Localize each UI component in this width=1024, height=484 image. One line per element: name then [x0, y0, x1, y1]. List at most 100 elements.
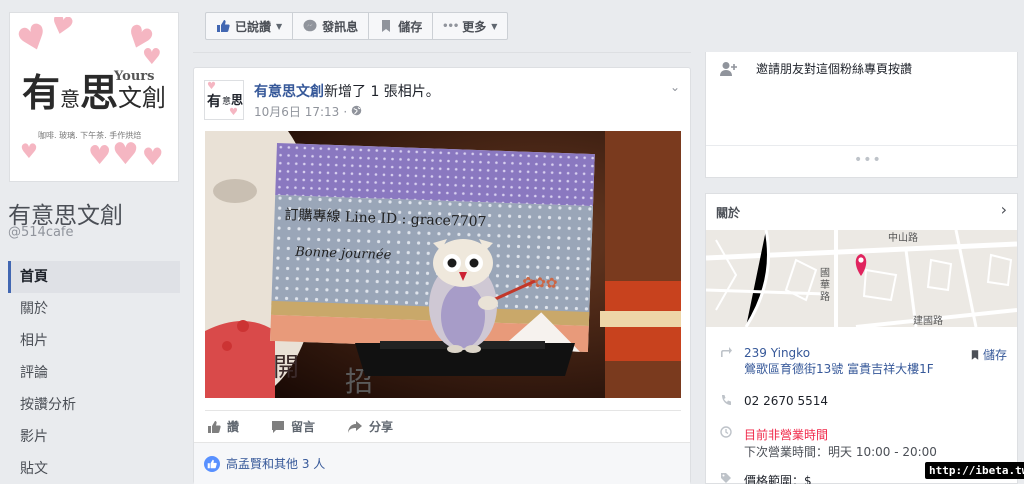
svg-text:華: 華 — [820, 279, 830, 291]
svg-text:路: 路 — [820, 290, 830, 303]
save-place-button[interactable]: 儲存 — [971, 346, 1007, 363]
bookmark-icon — [379, 19, 393, 33]
comment-action-label: 留言 — [291, 420, 316, 434]
divider — [193, 52, 691, 53]
comment-icon — [272, 420, 285, 433]
heart-decoration: ♥ — [142, 143, 164, 171]
profile-picture[interactable]: ♥ ♥ ♥ ♥ ♥ ♥ ♥ ♥ 有意思文創 Yours 咖啡. 玻璃. 下午茶.… — [9, 12, 179, 182]
feed-post: 有 意 思 ♥ ♥ 有意思文創新增了 1 張相片。 10月6日 17:13 · … — [193, 67, 691, 484]
phone-icon — [720, 394, 732, 409]
nav-item-reviews[interactable]: 評論 — [8, 357, 180, 389]
map-image: 中山路 國 華 路 建國路 — [706, 230, 1017, 327]
watermark: http://ibeta.tw — [925, 462, 1024, 479]
avatar-char: 意 — [222, 97, 232, 107]
svg-text:國: 國 — [820, 267, 830, 279]
nav-item-photos[interactable]: 相片 — [8, 325, 180, 357]
nav-item-posts[interactable]: 貼文 — [8, 453, 180, 484]
heart-decoration: ♥ — [20, 139, 38, 163]
invite-friends-text: 邀請朋友對這個粉絲專頁按讚 — [756, 62, 913, 76]
about-card: 關於 › 中山路 國 華 路 建國路 239 Yingko 鶯歌區育德街13號 … — [705, 193, 1018, 484]
logo-char: 思 — [80, 70, 119, 115]
post-photo[interactable]: 開 招 訂購專線 Line ID : grace7707 Bonne journ… — [205, 131, 681, 398]
page-handle[interactable]: @514cafe — [8, 225, 74, 240]
post-options-chevron-icon[interactable]: ⌄ — [670, 80, 680, 94]
like-action-button[interactable]: 讚 — [207, 418, 239, 435]
likes-summary: 高孟賢和其他 3 人 — [194, 442, 690, 484]
share-action-button[interactable]: 分享 — [347, 418, 393, 435]
post-author-avatar[interactable]: 有 意 思 ♥ ♥ — [204, 80, 244, 120]
separator-dot: · — [343, 104, 348, 119]
message-button[interactable]: 發訊息 — [293, 13, 370, 39]
globe-icon[interactable] — [351, 105, 362, 119]
logo-char: 文創 — [118, 84, 167, 112]
likes-text[interactable]: 高孟賢和其他 3 人 — [226, 455, 325, 472]
hours-row: 目前非營業時間 下次營業時間：明天 10:00 - 20:00 — [720, 426, 937, 460]
logo-subtitle: 咖啡. 玻璃. 下午茶. 手作烘焙 — [38, 131, 142, 140]
comment-action-button[interactable]: 留言 — [271, 418, 315, 435]
more-label: 更多 — [462, 19, 487, 34]
nav-item-about[interactable]: 關於 — [8, 293, 180, 325]
liked-button[interactable]: 已說讚 ▼ — [206, 13, 294, 39]
invite-friends-card: 邀請朋友對這個粉絲專頁按讚 ••• — [705, 52, 1018, 178]
add-friend-icon — [720, 61, 737, 76]
left-column: ♥ ♥ ♥ ♥ ♥ ♥ ♥ ♥ 有意思文創 Yours 咖啡. 玻璃. 下午茶.… — [0, 0, 190, 484]
post-meta: 10月6日 17:13 · — [254, 103, 362, 120]
logo-char: 有 — [22, 70, 61, 115]
thumbs-up-icon — [216, 19, 230, 33]
chevron-right-icon[interactable]: › — [1001, 200, 1007, 219]
heart-decoration: ♥ — [229, 107, 238, 118]
save-place-label: 儲存 — [982, 348, 1007, 362]
liked-label: 已說讚 — [235, 19, 272, 34]
post-action-text: 新增了 1 張相片。 — [324, 84, 440, 100]
message-label: 發訊息 — [322, 19, 359, 34]
invite-friends-row[interactable]: 邀請朋友對這個粉絲專頁按讚 — [720, 60, 912, 77]
about-title[interactable]: 關於 — [716, 204, 740, 221]
messenger-icon — [303, 19, 317, 33]
address-row: 239 Yingko 鶯歌區育德街13號 富貴吉祥大樓1F — [720, 346, 934, 377]
see-more-dots[interactable]: ••• — [854, 152, 882, 168]
nav-item-videos[interactable]: 影片 — [8, 421, 180, 453]
save-label: 儲存 — [398, 19, 423, 34]
map-road-label: 建國路 — [913, 314, 943, 327]
clock-icon — [720, 426, 732, 441]
location-map[interactable]: 中山路 國 華 路 建國路 — [706, 230, 1017, 327]
avatar-char: 思 — [231, 93, 244, 107]
phone-number[interactable]: 02 2670 5514 — [744, 394, 828, 408]
post-timestamp[interactable]: 10月6日 17:13 — [254, 103, 339, 120]
heart-decoration: ♥ — [46, 17, 77, 44]
thumbs-up-icon — [208, 420, 221, 433]
heart-decoration: ♥ — [112, 137, 139, 172]
open-status: 目前非營業時間 — [744, 428, 829, 442]
logo-char: 意 — [60, 87, 81, 111]
nav-item-home[interactable]: 首頁 — [8, 261, 180, 293]
phone-row: 02 2670 5514 — [720, 394, 828, 409]
price-range: 價格範圍：$ — [744, 474, 812, 484]
page-action-toolbar: 已說讚 ▼ 發訊息 儲存 ••• 更多 ▼ — [205, 12, 509, 40]
post-photo-image: 開 招 訂購專線 Line ID : grace7707 Bonne journ… — [205, 131, 681, 398]
avatar-char: 有 — [207, 94, 221, 110]
page-nav: 首頁 關於 相片 評論 按讚分析 影片 貼文 — [8, 261, 180, 484]
more-button[interactable]: ••• 更多 ▼ — [433, 13, 507, 39]
next-open-hours: 下次營業時間：明天 10:00 - 20:00 — [744, 445, 937, 459]
svg-text:開: 開 — [273, 353, 299, 383]
directions-icon — [720, 346, 732, 361]
bookmark-icon — [971, 349, 979, 360]
price-tag-icon — [720, 472, 732, 484]
post-actions: 讚 留言 分享 — [205, 410, 681, 442]
share-icon — [348, 420, 363, 433]
heart-decoration: ♥ — [14, 17, 55, 64]
map-road-label: 中山路 — [888, 231, 918, 244]
page-logo: ♥ ♥ ♥ ♥ ♥ ♥ ♥ ♥ 有意思文創 Yours 咖啡. 玻璃. 下午茶.… — [14, 17, 174, 177]
address-line-1[interactable]: 239 Yingko — [744, 346, 934, 360]
nav-item-insights[interactable]: 按讚分析 — [8, 389, 180, 421]
post-header: 有意思文創新增了 1 張相片。 — [254, 81, 440, 101]
price-row: 價格範圍：$ — [720, 472, 812, 484]
post-author-link[interactable]: 有意思文創 — [254, 84, 324, 100]
like-reaction-icon — [204, 455, 220, 472]
share-action-label: 分享 — [369, 420, 394, 434]
save-button[interactable]: 儲存 — [369, 13, 434, 39]
heart-decoration: ♥ — [88, 141, 112, 171]
heart-decoration: ♥ — [207, 81, 216, 92]
chevron-down-icon: ▼ — [491, 21, 498, 31]
address-line-2[interactable]: 鶯歌區育德街13號 富貴吉祥大樓1F — [744, 360, 934, 377]
